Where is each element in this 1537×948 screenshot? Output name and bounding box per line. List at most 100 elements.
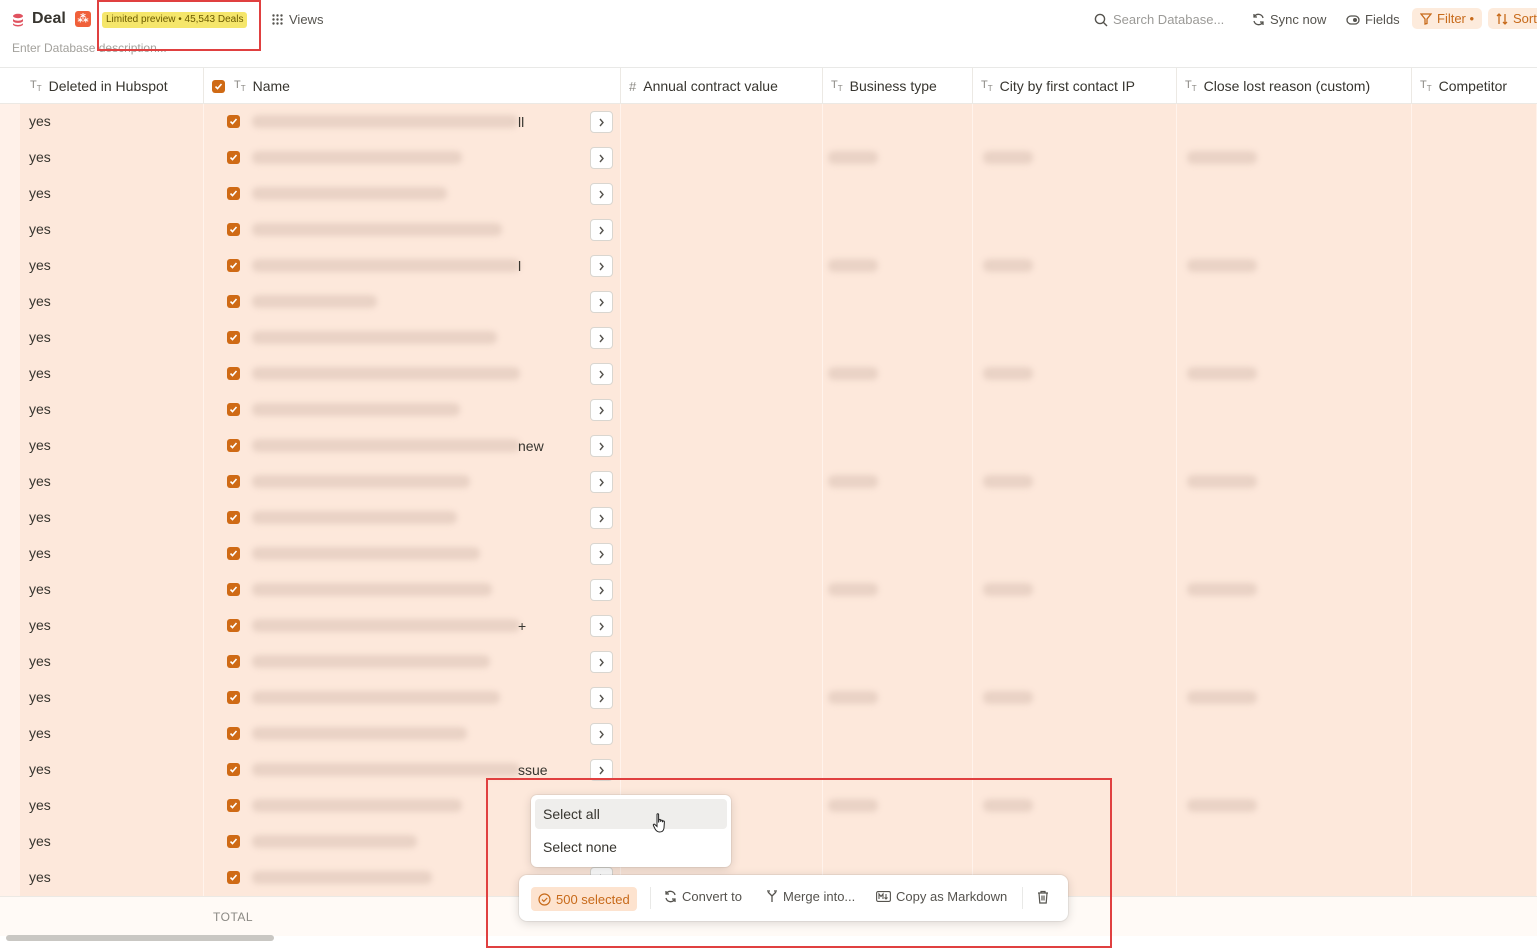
row-checkbox[interactable]: [227, 691, 240, 704]
table-row[interactable]: yes ll: [0, 104, 1537, 140]
table-cell[interactable]: [823, 536, 973, 572]
table-cell[interactable]: [1177, 824, 1412, 860]
copy-as-markdown-button[interactable]: Copy as Markdown: [876, 889, 1007, 904]
table-cell[interactable]: [1177, 428, 1412, 464]
table-cell[interactable]: [1177, 392, 1412, 428]
table-cell[interactable]: [1412, 608, 1537, 644]
table-cell[interactable]: [823, 608, 973, 644]
convert-to-button[interactable]: Convert to: [664, 889, 742, 904]
row-checkbox[interactable]: [227, 547, 240, 560]
fields-button[interactable]: Fields: [1346, 12, 1400, 27]
table-row[interactable]: yes: [0, 140, 1537, 176]
table-cell[interactable]: [823, 752, 973, 788]
open-record-button[interactable]: [590, 507, 613, 529]
table-cell[interactable]: [621, 248, 823, 284]
table-cell[interactable]: [1412, 284, 1537, 320]
table-cell[interactable]: [621, 464, 823, 500]
table-cell[interactable]: [823, 824, 973, 860]
row-checkbox[interactable]: [227, 619, 240, 632]
selected-count-button[interactable]: 500 selected: [531, 887, 637, 911]
table-cell[interactable]: [823, 500, 973, 536]
open-record-button[interactable]: [590, 435, 613, 457]
table-cell[interactable]: [1412, 644, 1537, 680]
column-header-close-lost-reason[interactable]: TT Close lost reason (custom): [1177, 68, 1412, 104]
open-record-button[interactable]: [590, 543, 613, 565]
table-row[interactable]: yes: [0, 212, 1537, 248]
table-cell[interactable]: [1412, 824, 1537, 860]
table-cell[interactable]: [1412, 536, 1537, 572]
views-button[interactable]: Views: [272, 12, 323, 27]
table-cell[interactable]: [621, 500, 823, 536]
table-cell[interactable]: [1177, 284, 1412, 320]
table-cell[interactable]: [823, 104, 973, 140]
column-header-business-type[interactable]: TT Business type: [823, 68, 973, 104]
table-cell[interactable]: [1412, 176, 1537, 212]
sync-now-button[interactable]: Sync now: [1252, 12, 1326, 27]
database-title[interactable]: Deal: [32, 10, 66, 28]
table-cell[interactable]: [621, 176, 823, 212]
table-cell[interactable]: [621, 716, 823, 752]
table-cell[interactable]: [1177, 104, 1412, 140]
open-record-button[interactable]: [590, 759, 613, 781]
table-row[interactable]: yes: [0, 284, 1537, 320]
open-record-button[interactable]: [590, 183, 613, 205]
row-checkbox[interactable]: [227, 763, 240, 776]
table-row[interactable]: yes: [0, 356, 1537, 392]
table-cell[interactable]: [1412, 716, 1537, 752]
table-cell[interactable]: [823, 428, 973, 464]
table-cell[interactable]: [973, 176, 1177, 212]
table-cell[interactable]: [973, 428, 1177, 464]
row-checkbox[interactable]: [227, 475, 240, 488]
table-cell[interactable]: [1412, 860, 1537, 896]
table-cell[interactable]: [621, 608, 823, 644]
table-cell[interactable]: [1412, 428, 1537, 464]
table-cell[interactable]: [1177, 176, 1412, 212]
table-cell[interactable]: [1412, 320, 1537, 356]
row-checkbox[interactable]: [227, 511, 240, 524]
table-row[interactable]: yes: [0, 644, 1537, 680]
row-checkbox[interactable]: [227, 295, 240, 308]
table-cell[interactable]: [823, 644, 973, 680]
table-cell[interactable]: [621, 392, 823, 428]
table-cell[interactable]: [621, 428, 823, 464]
row-checkbox[interactable]: [227, 727, 240, 740]
table-row[interactable]: yes: [0, 716, 1537, 752]
select-all-checkbox[interactable]: [212, 79, 225, 93]
column-header-competitor[interactable]: TT Competitor: [1412, 68, 1537, 104]
table-cell[interactable]: [973, 536, 1177, 572]
table-cell[interactable]: [1177, 752, 1412, 788]
horizontal-scrollbar[interactable]: [6, 935, 274, 941]
open-record-button[interactable]: [590, 399, 613, 421]
table-row[interactable]: yes: [0, 788, 1537, 824]
table-row[interactable]: yes +: [0, 608, 1537, 644]
table-cell[interactable]: [1412, 140, 1537, 176]
table-cell[interactable]: [1412, 356, 1537, 392]
column-header-deleted-in-hubspot[interactable]: TT Deleted in Hubspot: [0, 68, 204, 104]
table-row[interactable]: yes: [0, 536, 1537, 572]
description-input[interactable]: Enter Database description...: [12, 41, 167, 55]
open-record-button[interactable]: [590, 471, 613, 493]
table-cell[interactable]: [1177, 608, 1412, 644]
open-record-button[interactable]: [590, 147, 613, 169]
sort-button[interactable]: Sort: [1488, 8, 1537, 29]
table-cell[interactable]: [621, 680, 823, 716]
row-checkbox[interactable]: [227, 835, 240, 848]
table-cell[interactable]: [621, 752, 823, 788]
open-record-button[interactable]: [590, 327, 613, 349]
table-row[interactable]: yes: [0, 572, 1537, 608]
row-checkbox[interactable]: [227, 403, 240, 416]
open-record-button[interactable]: [590, 615, 613, 637]
table-cell[interactable]: [621, 140, 823, 176]
table-row[interactable]: yes: [0, 320, 1537, 356]
table-cell[interactable]: [973, 104, 1177, 140]
table-cell[interactable]: [1177, 536, 1412, 572]
filter-button[interactable]: Filter •: [1412, 8, 1483, 29]
open-record-button[interactable]: [590, 111, 613, 133]
table-cell[interactable]: [1412, 212, 1537, 248]
table-cell[interactable]: [621, 356, 823, 392]
table-cell[interactable]: [1412, 464, 1537, 500]
row-checkbox[interactable]: [227, 439, 240, 452]
select-all-menu-item[interactable]: Select all: [535, 799, 727, 829]
row-checkbox[interactable]: [227, 223, 240, 236]
table-row[interactable]: yes: [0, 464, 1537, 500]
